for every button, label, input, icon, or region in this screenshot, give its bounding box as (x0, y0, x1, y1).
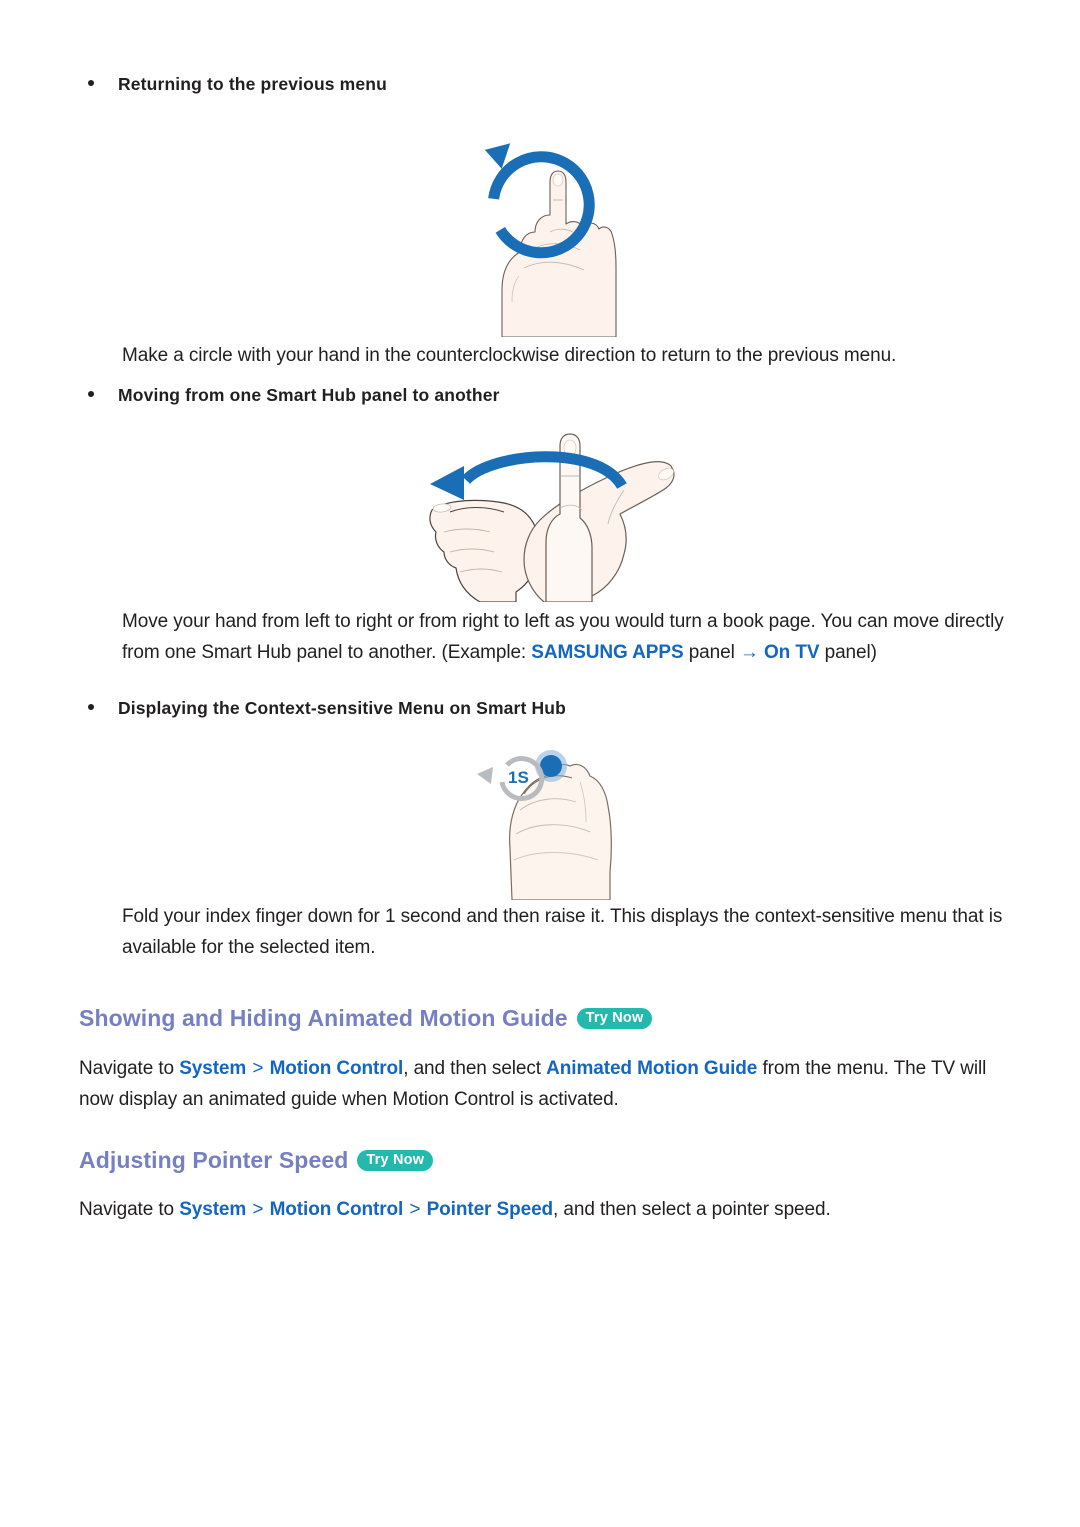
arrow-glyph: → (739, 642, 759, 663)
link-motion-control[interactable]: Motion Control (270, 1058, 404, 1079)
bullet-label: Displaying the Context-sensitive Menu on… (118, 698, 566, 718)
illustration-circle-gesture (440, 112, 660, 338)
bullet-dot-icon (88, 704, 94, 710)
bullet-label: Moving from one Smart Hub panel to anoth… (118, 385, 500, 405)
timer-label: 1S (508, 768, 529, 787)
link-on-tv[interactable]: On TV (759, 642, 820, 663)
paragraph-text-part: , and then select a pointer speed. (553, 1199, 831, 1220)
section-title: Adjusting Pointer Speed (79, 1147, 349, 1173)
link-animated-motion-guide[interactable]: Animated Motion Guide (546, 1058, 757, 1079)
paragraph-text-part: panel (683, 642, 740, 663)
paragraph-text-part: , and then select (403, 1058, 547, 1079)
paragraph-adjusting-pointer-speed: Navigate to System > Motion Control > Po… (79, 1194, 1009, 1225)
illustration-swipe-gesture (420, 432, 685, 603)
link-system[interactable]: System (179, 1199, 246, 1220)
swipe-gesture-svg (429, 433, 675, 603)
bullet-dot-icon (88, 391, 94, 397)
bullet-item-moving-smart-hub-panel: Moving from one Smart Hub panel to anoth… (88, 385, 500, 406)
fold-gesture-svg: 1S (477, 750, 612, 901)
link-motion-control[interactable]: Motion Control (270, 1199, 404, 1220)
bullet-label: Returning to the previous menu (118, 74, 387, 94)
paragraph-text-part: Navigate to (79, 1199, 180, 1220)
path-separator: > (404, 1199, 426, 1220)
try-now-badge[interactable]: Try Now (357, 1150, 434, 1171)
link-system[interactable]: System (179, 1058, 246, 1079)
circle-gesture-svg (484, 143, 617, 338)
section-heading-adjusting-pointer-speed: Adjusting Pointer Speed Try Now (79, 1147, 434, 1174)
paragraph-animated-motion-guide: Navigate to System > Motion Control, and… (79, 1053, 1009, 1115)
paragraph-text-part: panel) (819, 642, 877, 663)
paragraph-text-part: Navigate to (79, 1058, 180, 1079)
hand-pointing-left-shape (429, 499, 540, 603)
path-separator: > (247, 1058, 269, 1079)
section-heading-animated-motion-guide: Showing and Hiding Animated Motion Guide… (79, 1005, 653, 1032)
document-page: Returning to the previous menu Make a ci… (0, 0, 1080, 1527)
paragraph-swipe-gesture: Move your hand from left to right or fro… (122, 606, 1012, 668)
bullet-item-returning-previous-menu: Returning to the previous menu (88, 74, 387, 95)
bullet-dot-icon (88, 80, 94, 86)
path-separator: > (247, 1199, 269, 1220)
try-now-badge[interactable]: Try Now (576, 1008, 653, 1029)
illustration-fold-gesture: 1S (462, 748, 640, 901)
paragraph-circle-gesture: Make a circle with your hand in the coun… (122, 345, 897, 366)
link-pointer-speed[interactable]: Pointer Speed (427, 1199, 554, 1220)
link-samsung-apps[interactable]: SAMSUNG APPS (531, 642, 683, 663)
bullet-item-context-sensitive-menu: Displaying the Context-sensitive Menu on… (88, 698, 566, 719)
paragraph-fold-gesture: Fold your index finger down for 1 second… (122, 906, 1003, 958)
section-title: Showing and Hiding Animated Motion Guide (79, 1005, 568, 1031)
